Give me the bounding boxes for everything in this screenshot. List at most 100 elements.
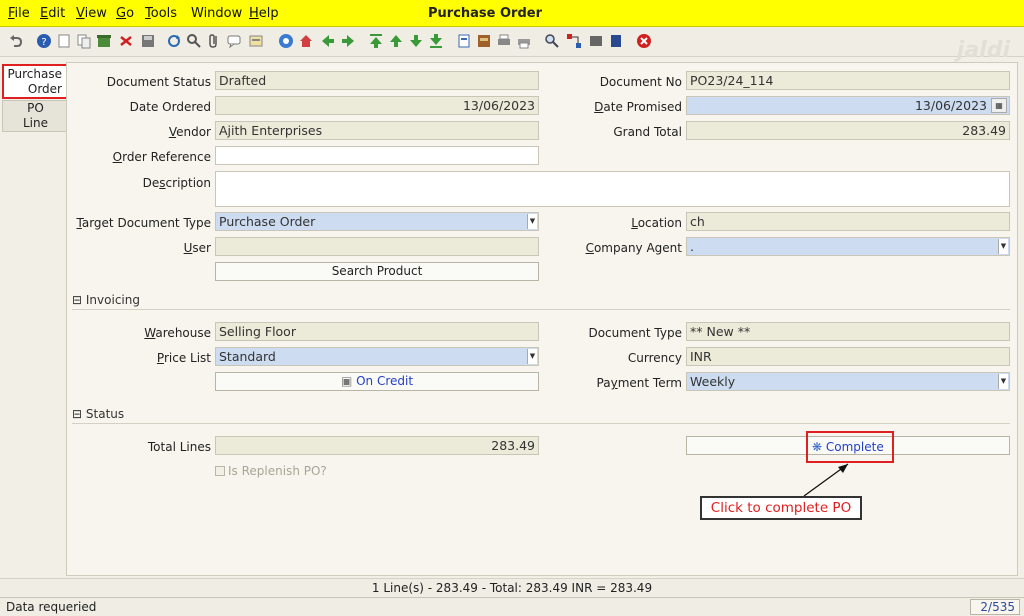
- warehouse-label: Warehouse: [144, 326, 211, 340]
- first-record-icon[interactable]: [368, 33, 384, 49]
- grand-total-field: 283.49: [686, 121, 1010, 140]
- date-ordered-label: Date Ordered: [129, 100, 211, 114]
- print-preview-icon[interactable]: [516, 33, 532, 49]
- on-credit-button[interactable]: ▣ On Credit: [215, 372, 539, 391]
- complete-label: Complete: [825, 440, 884, 454]
- gear-icon: ❋: [812, 440, 823, 454]
- archive-icon[interactable]: [96, 33, 112, 49]
- document-type-field: ** New **: [686, 322, 1010, 341]
- menu-view[interactable]: View: [76, 6, 107, 21]
- location-label: Location: [631, 216, 682, 230]
- last-record-icon[interactable]: [428, 33, 444, 49]
- chevron-down-icon[interactable]: ▼: [998, 374, 1008, 389]
- description-label: Description: [142, 176, 211, 190]
- zoom-across-icon[interactable]: [544, 33, 560, 49]
- report-icon[interactable]: [456, 33, 472, 49]
- status-section-header[interactable]: ⊟ Status: [72, 404, 1010, 424]
- previous-record-icon[interactable]: [388, 33, 404, 49]
- help-icon[interactable]: ?: [36, 33, 52, 49]
- menu-help[interactable]: Help: [249, 6, 279, 21]
- search-product-button[interactable]: Search Product: [215, 262, 539, 281]
- menu-window[interactable]: Window: [191, 6, 242, 21]
- exit-icon[interactable]: [636, 33, 652, 49]
- document-no-field[interactable]: PO23/24_114: [686, 71, 1010, 90]
- vendor-field[interactable]: Ajith Enterprises: [215, 121, 539, 140]
- document-type-label: Document Type: [588, 326, 682, 340]
- record-counter[interactable]: 2/535: [970, 599, 1020, 615]
- date-promised-value: 13/06/2023: [914, 98, 987, 113]
- order-reference-label: Order Reference: [112, 150, 211, 164]
- process-icon[interactable]: [588, 33, 604, 49]
- workflow-icon[interactable]: [566, 33, 582, 49]
- next-icon[interactable]: [340, 33, 356, 49]
- menubar: File Edit View Go Tools Window Help Purc…: [0, 0, 1024, 27]
- date-promised-field[interactable]: 13/06/2023 ▦: [686, 96, 1010, 115]
- callout-annotation: Click to complete PO: [700, 496, 862, 520]
- collapse-icon[interactable]: ⊟: [72, 293, 82, 307]
- invoicing-section-label: Invoicing: [85, 293, 140, 307]
- undo-icon[interactable]: [8, 33, 24, 49]
- target-doc-type-label: Target Document Type: [76, 216, 211, 230]
- is-replenish-label: Is Replenish PO?: [228, 464, 327, 478]
- tab-po-line[interactable]: PO Line: [2, 100, 68, 132]
- chevron-down-icon[interactable]: ▼: [527, 214, 537, 229]
- svg-text:?: ?: [41, 37, 46, 48]
- delete-icon[interactable]: [118, 33, 134, 49]
- warehouse-field[interactable]: Selling Floor: [215, 322, 539, 341]
- grand-total-label: Grand Total: [613, 125, 682, 139]
- home-icon[interactable]: [298, 33, 314, 49]
- order-reference-input[interactable]: [215, 146, 539, 165]
- archived-docs-icon[interactable]: [476, 33, 492, 49]
- chat-icon[interactable]: [226, 33, 242, 49]
- find-icon[interactable]: [186, 33, 202, 49]
- company-agent-label: Company Agent: [585, 241, 682, 255]
- target-doc-type-select[interactable]: Purchase Order ▼: [215, 212, 539, 231]
- document-no-label: Document No: [599, 75, 682, 89]
- price-list-value: Standard: [219, 349, 276, 364]
- previous-icon[interactable]: [320, 33, 336, 49]
- home-nav-icon[interactable]: [278, 33, 294, 49]
- invoicing-section-header[interactable]: ⊟ Invoicing: [72, 290, 1010, 310]
- print-icon[interactable]: [496, 33, 512, 49]
- status-bar: Data requeried 2/535: [0, 597, 1024, 616]
- attachment-icon[interactable]: [206, 33, 222, 49]
- vendor-label: Vendor: [168, 125, 211, 139]
- total-lines-label: Total Lines: [147, 440, 211, 454]
- toolbar: ? jaldi: [0, 28, 1024, 63]
- copy-record-icon[interactable]: [76, 33, 92, 49]
- tab-po-line-label-2: Line: [22, 116, 48, 130]
- chevron-down-icon[interactable]: ▼: [527, 349, 537, 364]
- product-info-icon[interactable]: [608, 33, 624, 49]
- payment-term-value: Weekly: [690, 374, 736, 389]
- next-record-icon[interactable]: [408, 33, 424, 49]
- price-list-label: Price List: [156, 351, 211, 365]
- tab-purchase-order-label-2: Order: [27, 82, 62, 96]
- company-agent-select[interactable]: . ▼: [686, 237, 1010, 256]
- date-ordered-field[interactable]: 13/06/2023: [215, 96, 539, 115]
- tab-purchase-order[interactable]: Purchase Order: [2, 64, 68, 99]
- status-section-label: Status: [85, 407, 125, 421]
- calendar-icon[interactable]: ▦: [991, 98, 1007, 113]
- is-replenish-checkbox[interactable]: [215, 466, 225, 476]
- document-status-label: Document Status: [106, 75, 211, 89]
- save-icon[interactable]: [140, 33, 156, 49]
- status-message: Data requeried: [6, 600, 97, 614]
- menu-edit[interactable]: Edit: [40, 6, 65, 21]
- user-field[interactable]: [215, 237, 539, 256]
- menu-file[interactable]: File: [8, 6, 30, 21]
- complete-button-content[interactable]: ❋ Complete: [812, 440, 884, 454]
- description-textarea[interactable]: [215, 171, 1010, 207]
- new-record-icon[interactable]: [56, 33, 72, 49]
- chevron-down-icon[interactable]: ▼: [998, 239, 1008, 254]
- collapse-icon[interactable]: ⊟: [72, 407, 82, 421]
- history-icon[interactable]: [248, 33, 264, 49]
- price-list-select[interactable]: Standard ▼: [215, 347, 539, 366]
- menu-tools[interactable]: Tools: [145, 6, 177, 21]
- on-credit-label: On Credit: [356, 374, 414, 388]
- menu-go[interactable]: Go: [116, 6, 134, 21]
- location-field[interactable]: ch: [686, 212, 1010, 231]
- payment-term-select[interactable]: Weekly ▼: [686, 372, 1010, 391]
- window-title: Purchase Order: [428, 6, 543, 21]
- refresh-icon[interactable]: [166, 33, 182, 49]
- tab-po-line-label-1: PO: [27, 101, 44, 115]
